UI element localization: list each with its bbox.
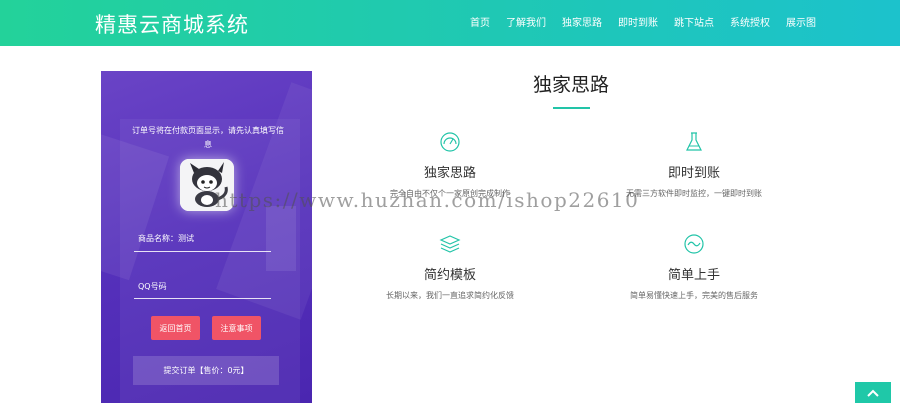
notes-button[interactable]: 注意事项 xyxy=(212,316,261,340)
nav-item-home[interactable]: 首页 xyxy=(470,14,490,29)
submit-order-button[interactable]: 提交订单【售价：0元】 xyxy=(133,356,279,385)
qq-input[interactable] xyxy=(138,282,271,291)
flask-icon xyxy=(686,132,702,151)
back-home-button[interactable]: 返回首页 xyxy=(151,316,200,340)
feature-title: 即时到账 xyxy=(667,166,720,181)
wave-icon xyxy=(684,234,704,254)
feature-title: 简单上手 xyxy=(667,268,720,283)
brand-title[interactable]: 精惠云商城系统 xyxy=(95,9,249,39)
layers-icon xyxy=(439,235,461,253)
chevron-up-icon xyxy=(867,389,879,397)
main-nav: 首页 了解我们 独家思路 即时到账 跳下站点 系统授权 展示图 xyxy=(470,14,816,29)
product-name-field: 商品名称：测试 xyxy=(134,233,271,252)
nav-item-about[interactable]: 了解我们 xyxy=(506,14,546,29)
title-underline xyxy=(553,107,590,109)
feature-item-template: 简约模板 长期以来，我们一直追求简约化反馈 xyxy=(360,233,540,301)
top-navbar: 精惠云商城系统 首页 了解我们 独家思路 即时到账 跳下站点 系统授权 展示图 xyxy=(0,0,900,46)
feature-item-easy: 简单上手 简单易懂快速上手，完美的售后服务 xyxy=(604,233,784,301)
nav-item-gallery[interactable]: 展示图 xyxy=(786,14,816,29)
feature-title: 简约模板 xyxy=(423,268,476,283)
feature-title: 独家思路 xyxy=(423,166,476,181)
nav-item-subsite[interactable]: 跳下站点 xyxy=(674,14,714,29)
nav-item-instant[interactable]: 即时到账 xyxy=(618,14,658,29)
nav-item-license[interactable]: 系统授权 xyxy=(730,14,770,29)
feature-desc: 长期以来，我们一直追求简约化反馈 xyxy=(386,291,514,300)
section-title: 独家思路 xyxy=(532,74,609,96)
qq-field[interactable] xyxy=(134,282,271,299)
back-to-top-button[interactable] xyxy=(855,382,891,403)
order-form-panel: 订单号将在付款页面显示，请先认真填写信息 商品名称：测试 返回首页 注意事项 提… xyxy=(101,71,312,403)
gauge-icon xyxy=(440,132,460,152)
order-notice: 订单号将在付款页面显示，请先认真填写信息 xyxy=(132,126,284,149)
feature-desc: 简单易懂快速上手，完美的售后服务 xyxy=(630,291,758,300)
watermark-url: https://www.huzhan.com/ishop22610 xyxy=(215,188,640,212)
nav-item-ideas[interactable]: 独家思路 xyxy=(562,14,602,29)
